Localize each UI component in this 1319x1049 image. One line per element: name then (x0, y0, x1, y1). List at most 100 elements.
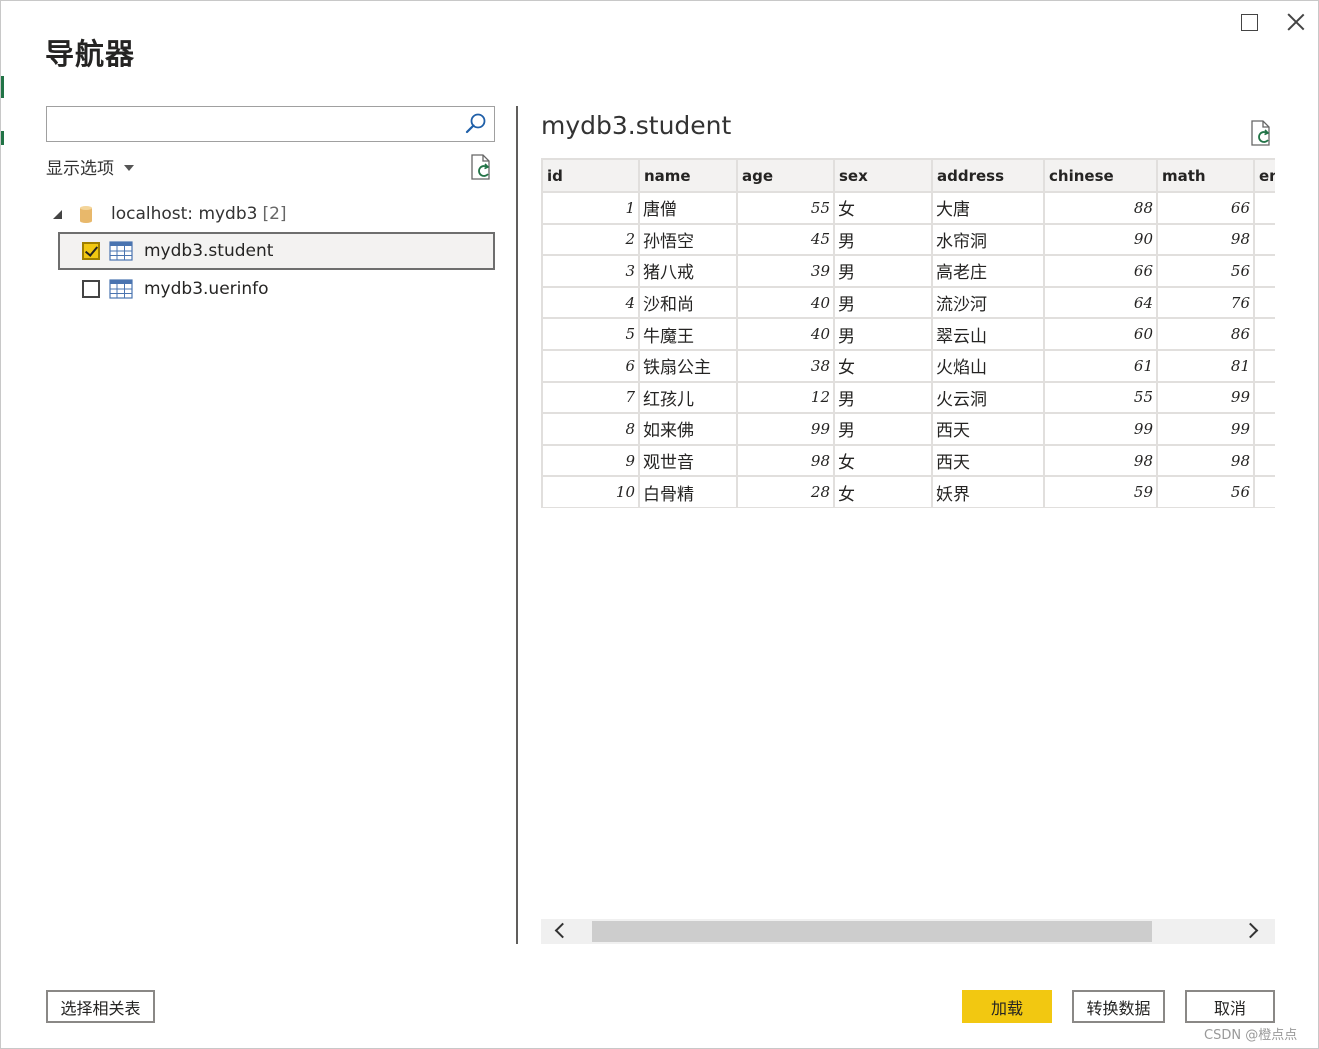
table-cell[interactable]: 观世音 (638, 443, 738, 478)
table-cell[interactable]: 28 (736, 475, 835, 508)
column-header[interactable]: address (931, 158, 1045, 193)
table-cell[interactable]: 12 (736, 380, 835, 415)
scroll-thumb[interactable] (592, 921, 1152, 942)
table-cell[interactable]: 61 (1043, 348, 1158, 383)
tree-root-server[interactable]: localhost: mydb3 [2] (53, 200, 287, 228)
table-cell[interactable]: 76 (1156, 285, 1255, 320)
tree-item-student[interactable]: mydb3.student (58, 232, 495, 270)
table-cell[interactable] (1253, 222, 1275, 257)
table-cell[interactable]: 40 (736, 317, 835, 351)
table-cell[interactable]: 火焰山 (931, 348, 1045, 383)
refresh-icon[interactable] (1247, 119, 1275, 147)
table-cell[interactable]: 男 (833, 317, 933, 351)
table-cell[interactable] (1253, 443, 1275, 478)
table-cell[interactable]: 98 (1156, 443, 1255, 478)
refresh-icon[interactable] (467, 153, 495, 181)
student-checkbox[interactable] (82, 242, 100, 260)
transform-data-button[interactable]: 转换数据 (1072, 990, 1165, 1023)
table-cell[interactable]: 86 (1156, 317, 1255, 351)
table-cell[interactable]: 98 (736, 443, 835, 478)
table-cell[interactable]: 55 (736, 191, 835, 225)
search-icon[interactable] (464, 112, 488, 136)
table-cell[interactable]: 7 (541, 380, 640, 415)
table-cell[interactable]: 孙悟空 (638, 222, 738, 257)
table-cell[interactable]: 2 (541, 222, 640, 257)
table-cell[interactable]: 45 (736, 222, 835, 257)
table-cell[interactable]: 88 (1043, 191, 1158, 225)
column-header[interactable]: age (736, 158, 835, 193)
scroll-right-button[interactable] (1237, 919, 1275, 944)
table-cell[interactable]: 5 (541, 317, 640, 351)
table-cell[interactable]: 男 (833, 285, 933, 320)
table-cell[interactable]: 98 (1043, 443, 1158, 478)
table-cell[interactable]: 火云洞 (931, 380, 1045, 415)
table-cell[interactable]: 如来佛 (638, 412, 738, 446)
table-cell[interactable]: 4 (541, 285, 640, 320)
column-header[interactable]: id (541, 158, 640, 193)
search-input[interactable] (51, 110, 461, 138)
table-cell[interactable] (1253, 380, 1275, 415)
table-cell[interactable]: 66 (1043, 254, 1158, 288)
table-cell[interactable]: 男 (833, 412, 933, 446)
uerinfo-checkbox[interactable] (82, 280, 100, 298)
table-cell[interactable]: 98 (1156, 222, 1255, 257)
table-cell[interactable]: 铁扇公主 (638, 348, 738, 383)
table-cell[interactable]: 99 (1156, 380, 1255, 415)
column-header[interactable]: math (1156, 158, 1255, 193)
table-cell[interactable]: 8 (541, 412, 640, 446)
table-cell[interactable]: 64 (1043, 285, 1158, 320)
table-cell[interactable]: 99 (1156, 412, 1255, 446)
horizontal-scrollbar[interactable] (541, 919, 1275, 944)
table-cell[interactable]: 猪八戒 (638, 254, 738, 288)
table-cell[interactable] (1253, 254, 1275, 288)
table-cell[interactable]: 66 (1156, 191, 1255, 225)
load-button[interactable]: 加载 (962, 990, 1052, 1023)
table-cell[interactable]: 女 (833, 475, 933, 508)
table-cell[interactable]: 红孩儿 (638, 380, 738, 415)
table-cell[interactable]: 沙和尚 (638, 285, 738, 320)
collapse-toggle-icon[interactable] (53, 209, 62, 219)
table-cell[interactable]: 女 (833, 191, 933, 225)
table-cell[interactable]: 39 (736, 254, 835, 288)
table-cell[interactable]: 59 (1043, 475, 1158, 508)
table-cell[interactable]: 9 (541, 443, 640, 478)
scroll-left-button[interactable] (541, 919, 579, 944)
cancel-button[interactable]: 取消 (1185, 990, 1275, 1023)
table-cell[interactable]: 60 (1043, 317, 1158, 351)
table-cell[interactable]: 女 (833, 443, 933, 478)
table-cell[interactable]: 男 (833, 380, 933, 415)
table-cell[interactable]: 西天 (931, 412, 1045, 446)
close-icon[interactable] (1283, 9, 1309, 35)
column-header[interactable]: name (638, 158, 738, 193)
tree-item-uerinfo[interactable]: mydb3.uerinfo (58, 270, 495, 308)
table-cell[interactable]: 99 (1043, 412, 1158, 446)
table-cell[interactable] (1253, 348, 1275, 383)
table-cell[interactable]: 西天 (931, 443, 1045, 478)
table-cell[interactable]: 6 (541, 348, 640, 383)
table-cell[interactable] (1253, 191, 1275, 225)
table-cell[interactable]: 56 (1156, 475, 1255, 508)
select-related-tables-button[interactable]: 选择相关表 (46, 990, 155, 1023)
panel-divider[interactable] (516, 106, 518, 944)
table-cell[interactable]: 55 (1043, 380, 1158, 415)
table-cell[interactable]: 1 (541, 191, 640, 225)
display-options-dropdown[interactable]: 显示选项 (46, 154, 134, 179)
table-cell[interactable]: 40 (736, 285, 835, 320)
column-header[interactable]: en (1253, 158, 1275, 193)
table-cell[interactable] (1253, 412, 1275, 446)
table-cell[interactable]: 女 (833, 348, 933, 383)
table-cell[interactable]: 大唐 (931, 191, 1045, 225)
table-cell[interactable] (1253, 475, 1275, 508)
table-cell[interactable]: 3 (541, 254, 640, 288)
maximize-icon[interactable] (1236, 9, 1262, 35)
table-cell[interactable] (1253, 285, 1275, 320)
table-cell[interactable]: 81 (1156, 348, 1255, 383)
table-cell[interactable]: 男 (833, 254, 933, 288)
table-cell[interactable]: 38 (736, 348, 835, 383)
column-header[interactable]: chinese (1043, 158, 1158, 193)
table-cell[interactable]: 10 (541, 475, 640, 508)
table-cell[interactable]: 牛魔王 (638, 317, 738, 351)
table-cell[interactable]: 妖界 (931, 475, 1045, 508)
table-cell[interactable]: 翠云山 (931, 317, 1045, 351)
table-cell[interactable]: 90 (1043, 222, 1158, 257)
